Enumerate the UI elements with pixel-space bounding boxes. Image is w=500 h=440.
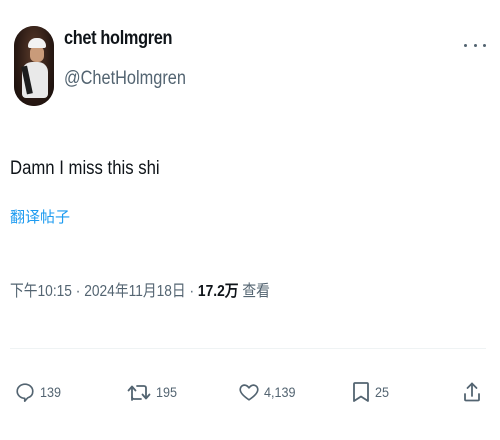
author-handle[interactable]: @ChetHolmgren [64, 66, 186, 92]
like-count: 4,139 [264, 384, 296, 400]
tweet-meta: 下午10:15 · 2024年11月18日 · 17.2万 查看 [10, 281, 270, 303]
views-count: 17.2万 [197, 283, 239, 300]
share-upload-icon [464, 382, 480, 402]
tweet-detail: chet holmgren @ChetHolmgren Damn I miss … [0, 0, 500, 440]
translate-post-link[interactable]: 翻译帖子 [10, 208, 70, 228]
author-names: chet holmgren @ChetHolmgren [64, 26, 206, 92]
heart-icon [239, 384, 259, 401]
bookmark-icon [353, 382, 369, 402]
avatar-face [30, 46, 44, 62]
reply-button[interactable]: 139 [14, 376, 63, 408]
author-display-name[interactable]: chet holmgren [64, 26, 186, 52]
more-dot [473, 43, 477, 47]
more-dot [483, 43, 486, 47]
retweet-button[interactable]: 195 [126, 376, 179, 408]
meta-separator: · [189, 283, 195, 300]
more-dot [464, 43, 467, 47]
like-button[interactable]: 4,139 [238, 376, 299, 408]
retweet-count: 195 [156, 384, 178, 400]
bookmark-button[interactable]: 25 [351, 376, 391, 408]
tweet-text: Damn I miss this shi [10, 158, 160, 179]
reply-bubble-icon [16, 383, 34, 402]
tweet-actions: 139 195 4,139 25 [10, 372, 486, 412]
tweet-time[interactable]: 下午10:15 [10, 283, 72, 300]
divider [10, 348, 486, 349]
retweet-icon [127, 385, 151, 401]
meta-separator: · [75, 283, 81, 300]
more-options-icon[interactable] [464, 38, 486, 52]
avatar[interactable] [14, 26, 54, 106]
tweet-header: chet holmgren @ChetHolmgren [14, 26, 486, 112]
views-label: 查看 [242, 283, 270, 300]
share-button[interactable] [462, 376, 482, 408]
bookmark-count: 25 [375, 384, 390, 400]
reply-count: 139 [40, 384, 62, 400]
avatar-cap [28, 38, 46, 48]
tweet-date[interactable]: 2024年11月18日 [84, 283, 185, 300]
